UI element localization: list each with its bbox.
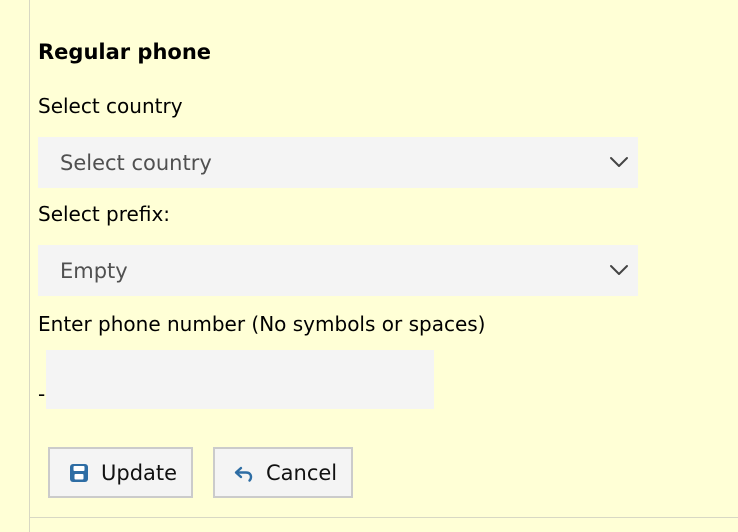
save-icon (70, 463, 88, 482)
phone-number-input[interactable] (46, 350, 434, 409)
country-select[interactable]: Select country (38, 137, 638, 188)
section-title: Regular phone (38, 40, 212, 64)
phone-label: Enter phone number (No symbols or spaces… (38, 312, 486, 336)
update-button-label: Update (101, 460, 178, 485)
cancel-button[interactable]: Cancel (213, 447, 353, 498)
update-button[interactable]: Update (48, 447, 193, 498)
prefix-select-value: Empty (60, 258, 128, 283)
country-label: Select country (38, 94, 183, 118)
bottom-divider (29, 517, 738, 518)
undo-icon (234, 466, 253, 482)
prefix-label: Select prefix: (38, 202, 171, 226)
chevron-down-icon (610, 265, 628, 275)
prefix-select[interactable]: Empty (38, 245, 638, 296)
left-divider (29, 0, 30, 532)
chevron-down-icon (610, 157, 628, 167)
cancel-button-label: Cancel (266, 460, 338, 485)
phone-separator: - (38, 382, 46, 406)
country-select-value: Select country (60, 150, 212, 175)
